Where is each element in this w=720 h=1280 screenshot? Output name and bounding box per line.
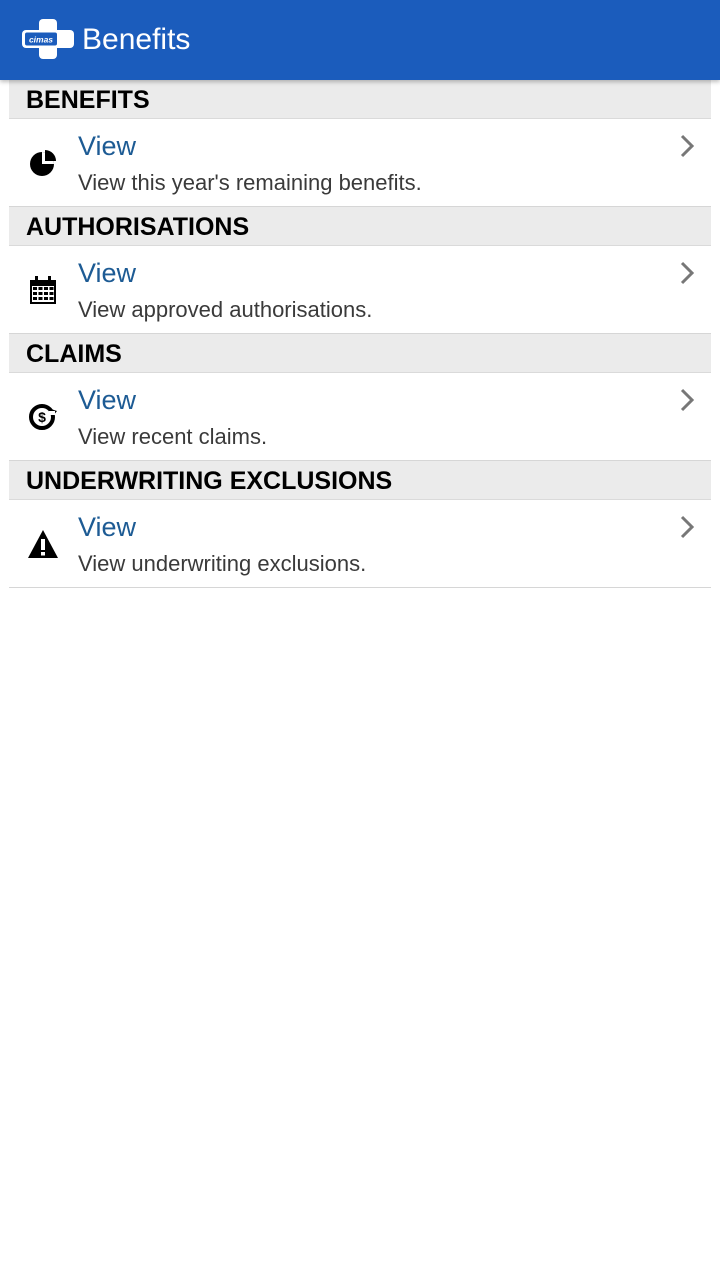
benefits-list: BENEFITS View View this year's remaining…: [9, 80, 711, 588]
chevron-right-icon: [680, 134, 695, 158]
svg-text:$: $: [38, 409, 46, 425]
list-item-benefits[interactable]: View View this year's remaining benefits…: [9, 119, 711, 207]
section-header-benefits: BENEFITS: [9, 80, 711, 119]
chevron-right-icon: [680, 261, 695, 285]
list-item-claims[interactable]: $ View View recent claims.: [9, 373, 711, 461]
list-item-underwriting-exclusions[interactable]: View View underwriting exclusions.: [9, 500, 711, 588]
section-header-authorisations: AUTHORISATIONS: [9, 207, 711, 246]
section-header-underwriting-exclusions: UNDERWRITING EXCLUSIONS: [9, 461, 711, 500]
item-description: View approved authorisations.: [78, 297, 373, 322]
warning-icon: [28, 530, 58, 558]
pie-chart-icon: [30, 150, 56, 176]
cimas-logo-icon: cimas: [22, 19, 74, 59]
svg-text:cimas: cimas: [29, 35, 53, 45]
item-description: View recent claims.: [78, 424, 268, 449]
chevron-right-icon: [680, 388, 695, 412]
chevron-right-icon: [680, 515, 695, 539]
view-link[interactable]: View: [78, 131, 136, 162]
calendar-icon: [30, 276, 56, 304]
view-link[interactable]: View: [78, 512, 136, 543]
view-link[interactable]: View: [78, 385, 136, 416]
item-description: View underwriting exclusions.: [78, 551, 367, 576]
dollar-refresh-icon: $: [29, 404, 57, 430]
page-title: Benefits: [82, 23, 191, 56]
view-link[interactable]: View: [78, 258, 136, 289]
list-item-authorisations[interactable]: View View approved authorisations.: [9, 246, 711, 334]
app-bar: cimas Benefits: [0, 0, 720, 80]
item-description: View this year's remaining benefits.: [78, 170, 422, 195]
section-header-claims: CLAIMS: [9, 334, 711, 373]
